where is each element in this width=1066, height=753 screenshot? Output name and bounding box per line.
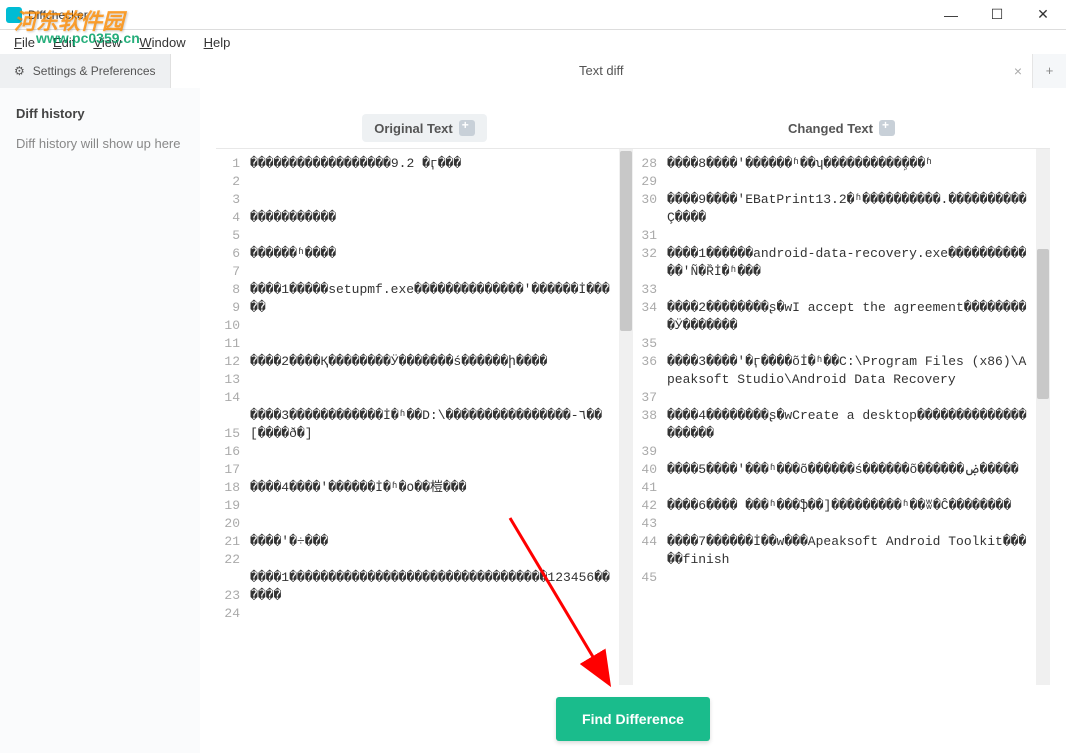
- changed-text-header: Changed Text: [633, 108, 1050, 148]
- menu-edit[interactable]: Edit: [45, 33, 83, 52]
- changed-text-editor[interactable]: 282930 3132 3334 3536 3738 394041424344 …: [633, 148, 1050, 685]
- tab-label: Text diff: [579, 63, 624, 78]
- tab-close-icon[interactable]: ×: [1014, 63, 1022, 79]
- app-icon: [6, 7, 22, 23]
- line-gutter: 282930 3132 3334 3536 3738 394041424344 …: [633, 149, 663, 685]
- settings-preferences-button[interactable]: ⚙ Settings & Preferences: [0, 54, 171, 88]
- titlebar: Diffchecker — ☐ ✕: [0, 0, 1066, 30]
- toolbar: ⚙ Settings & Preferences Text diff × +: [0, 54, 1066, 88]
- menubar: File Edit View Window Help: [0, 30, 1066, 54]
- app-title: Diffchecker: [28, 8, 88, 22]
- code-area[interactable]: ����8����'������ʱ��ʮ����������ܹ���ʱ ����…: [663, 149, 1036, 685]
- changed-text-title: Changed Text: [788, 121, 873, 136]
- find-difference-button[interactable]: Find Difference: [556, 697, 710, 741]
- minimize-button[interactable]: —: [928, 0, 974, 30]
- scroll-thumb[interactable]: [620, 151, 632, 331]
- menu-file[interactable]: File: [6, 33, 43, 52]
- original-text-title: Original Text: [374, 121, 453, 136]
- tab-text-diff[interactable]: Text diff ×: [171, 54, 1033, 88]
- menu-view[interactable]: View: [85, 33, 129, 52]
- upload-icon[interactable]: [879, 120, 895, 136]
- line-gutter: 1234567891011121314 1516171819202122 232…: [216, 149, 246, 685]
- code-area[interactable]: ������������������9.2 �ӷ��� ����������� …: [246, 149, 619, 685]
- scrollbar[interactable]: [619, 149, 633, 685]
- settings-label: Settings & Preferences: [33, 64, 156, 78]
- scrollbar[interactable]: [1036, 149, 1050, 685]
- maximize-button[interactable]: ☐: [974, 0, 1020, 30]
- scroll-thumb[interactable]: [1037, 249, 1049, 399]
- menu-window[interactable]: Window: [131, 33, 193, 52]
- close-button[interactable]: ✕: [1020, 0, 1066, 30]
- sidebar: Diff history Diff history will show up h…: [0, 88, 200, 753]
- menu-help[interactable]: Help: [196, 33, 239, 52]
- original-text-editor[interactable]: 1234567891011121314 1516171819202122 232…: [216, 148, 633, 685]
- sidebar-empty-text: Diff history will show up here: [16, 135, 184, 153]
- tab-add-button[interactable]: +: [1032, 54, 1066, 88]
- sidebar-title: Diff history: [16, 106, 184, 121]
- original-text-header: Original Text: [216, 108, 633, 148]
- upload-icon[interactable]: [459, 120, 475, 136]
- sliders-icon: ⚙: [14, 64, 25, 78]
